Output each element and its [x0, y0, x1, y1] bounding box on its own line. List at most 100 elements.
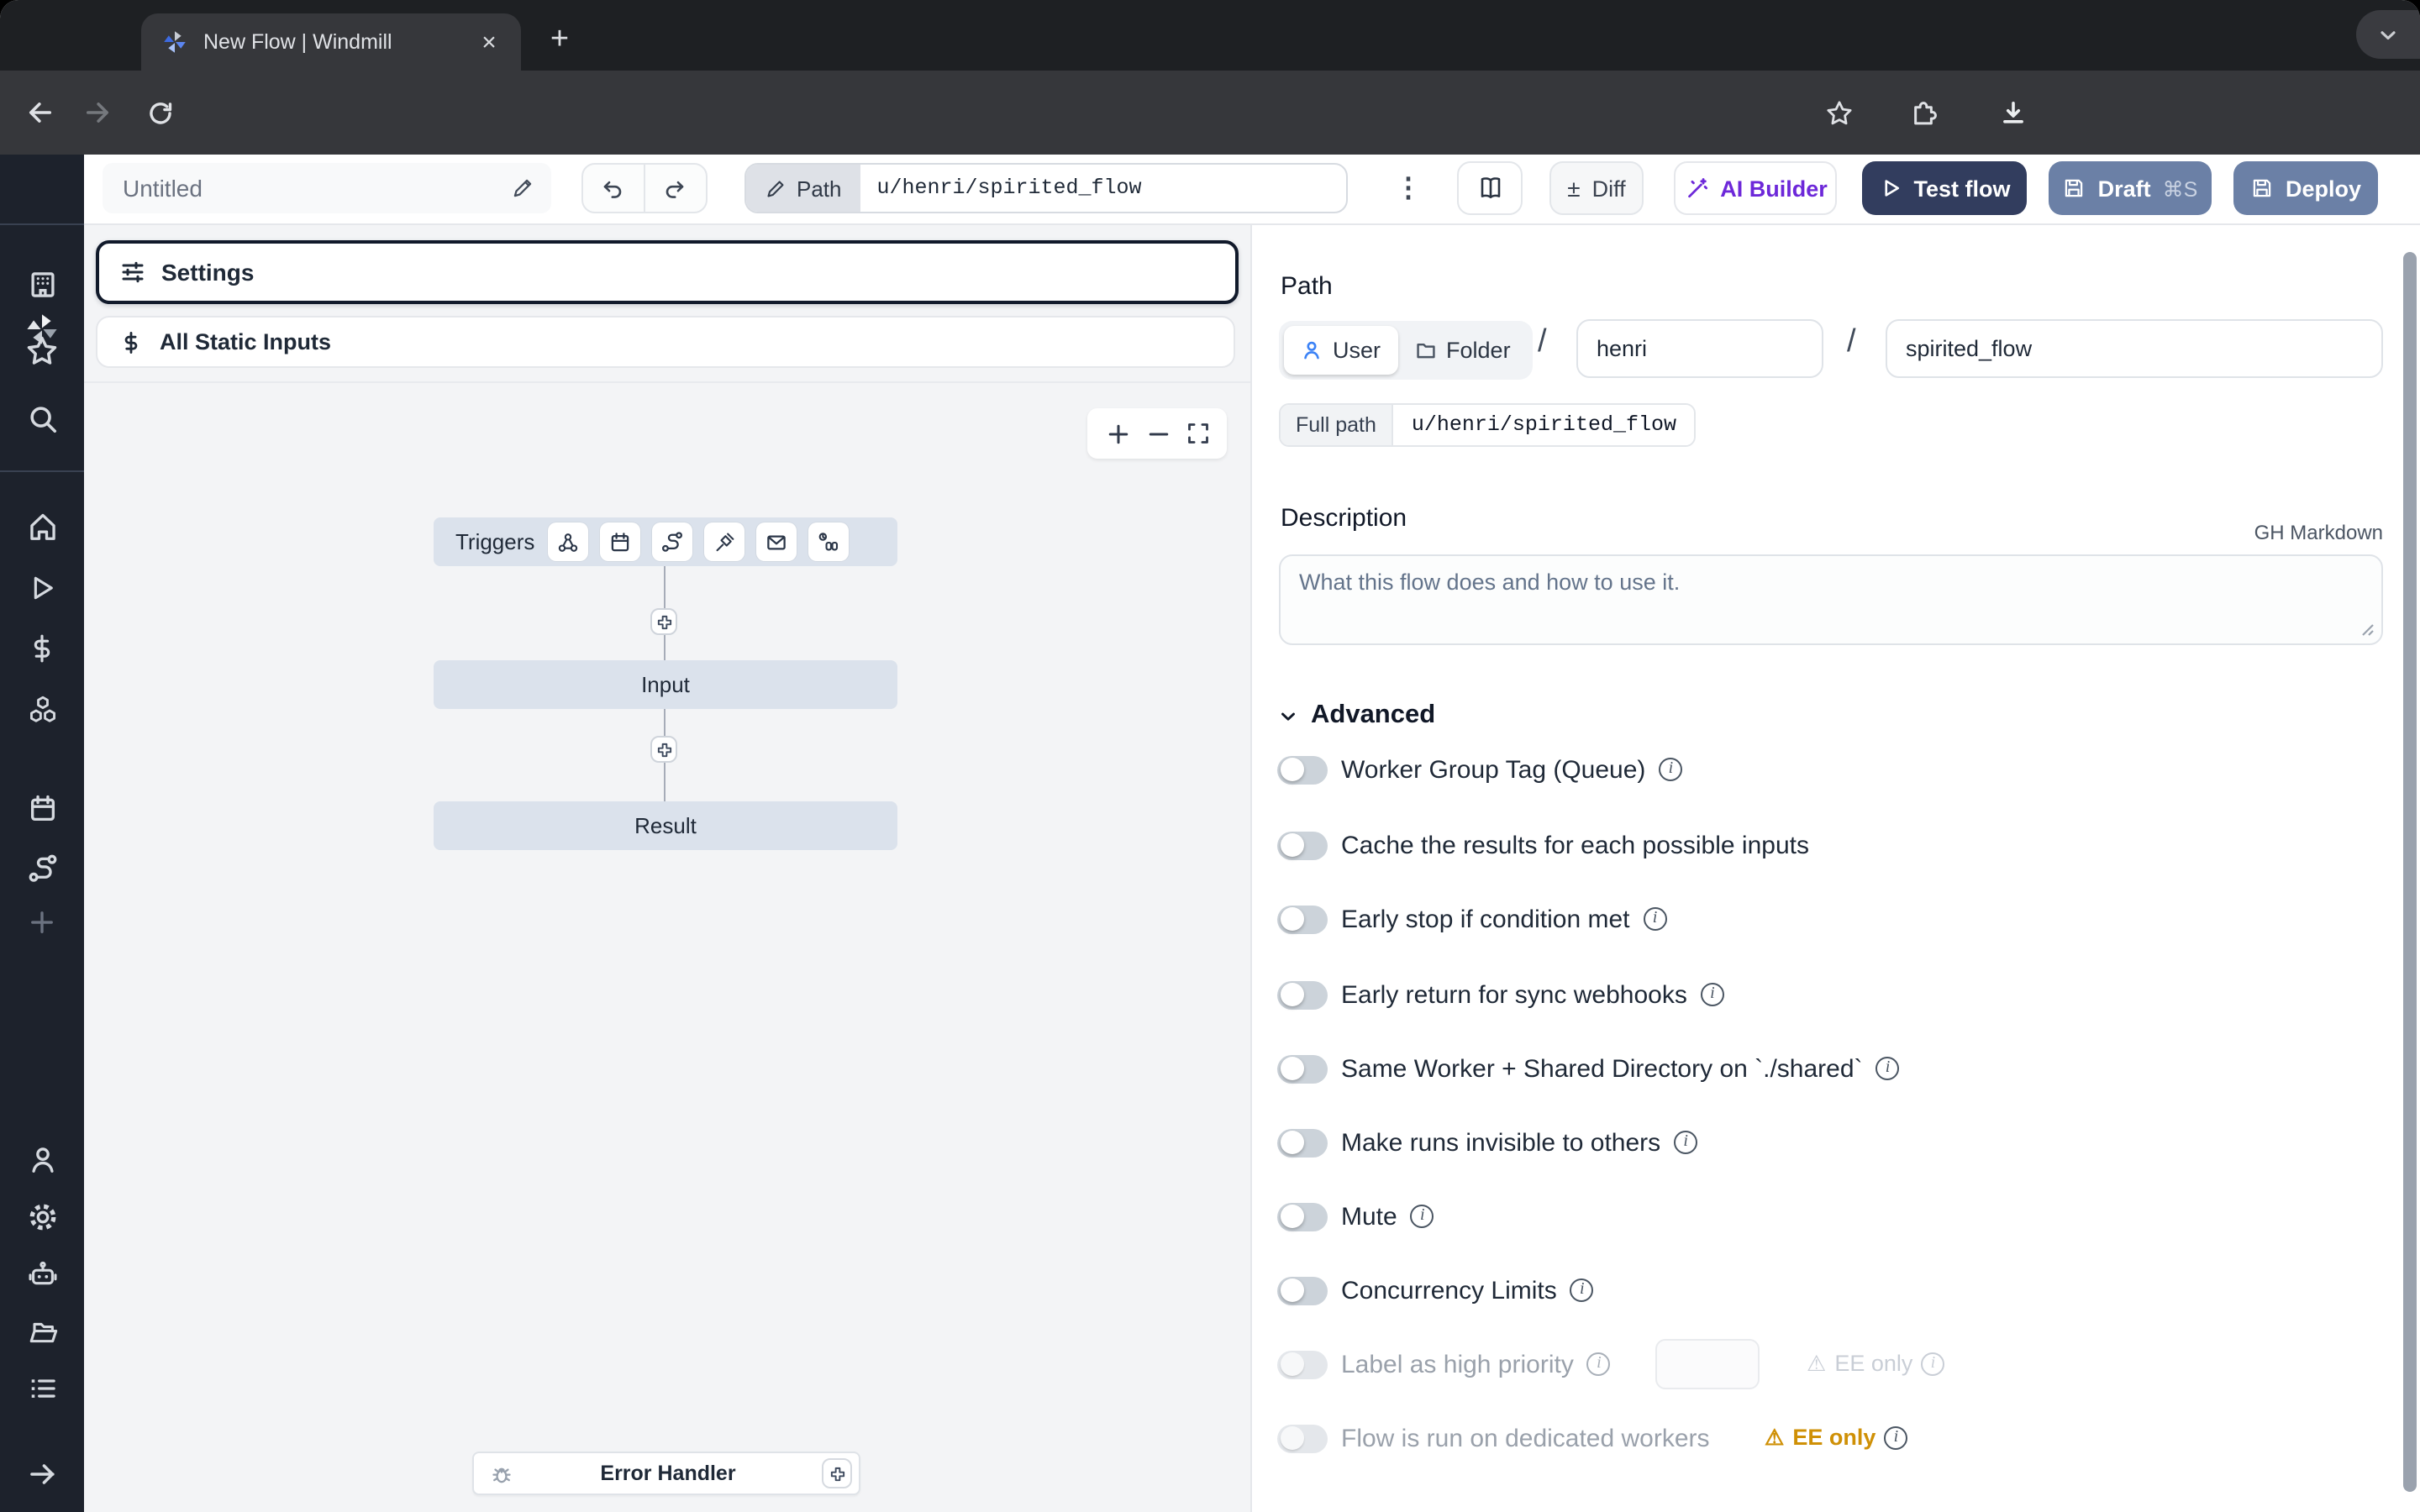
result-node-label: Result [634, 813, 697, 838]
info-icon[interactable]: i [1884, 1425, 1907, 1449]
save-icon [2063, 176, 2086, 200]
deploy-button[interactable]: Deploy [2233, 161, 2378, 215]
owner-kind-folder[interactable]: Folder [1397, 326, 1528, 375]
path-field-label: Path [746, 165, 860, 212]
docs-button[interactable] [1457, 161, 1523, 215]
info-icon[interactable]: i [1587, 1352, 1611, 1376]
sidebar-item-settings[interactable] [0, 1191, 84, 1242]
info-icon[interactable]: i [1921, 1352, 1944, 1375]
toggle-switch[interactable] [1277, 755, 1328, 784]
fit-view-icon[interactable] [1186, 422, 1209, 445]
sidebar-item-favorites[interactable] [0, 326, 84, 376]
toggle-row-same-worker: Same Worker + Shared Directory on `./sha… [1277, 1052, 1900, 1085]
toggle-switch[interactable] [1277, 1276, 1328, 1305]
redo-icon [663, 176, 688, 201]
zoom-out-icon[interactable] [1145, 421, 1171, 446]
test-flow-button[interactable]: Test flow [1862, 161, 2027, 215]
advanced-section-header[interactable]: Advanced [1277, 701, 1435, 731]
toggle-switch[interactable] [1277, 905, 1328, 933]
path-field-group[interactable]: Path u/henri/spirited_flow [744, 163, 1348, 213]
flow-edge [664, 763, 666, 801]
browser-tab[interactable]: New Flow | Windmill × [141, 13, 521, 71]
plug-icon [713, 530, 736, 554]
sidebar-item-user[interactable] [0, 1134, 84, 1184]
new-tab-button[interactable]: + [538, 18, 581, 62]
sidebar-item-runs[interactable] [0, 563, 84, 613]
toggle-switch[interactable] [1277, 1128, 1328, 1157]
path-heading: Path [1281, 272, 1333, 301]
schedule-trigger-button[interactable] [600, 522, 640, 561]
star-icon [25, 334, 59, 368]
info-icon[interactable]: i [1876, 1057, 1900, 1080]
flow-name-field[interactable]: Untitled [103, 163, 551, 213]
play-icon [1878, 176, 1902, 200]
back-icon [25, 97, 55, 128]
flow-settings-card[interactable]: Settings [96, 240, 1239, 304]
owner-kind-user[interactable]: User [1284, 326, 1397, 375]
sidebar-item-workspace[interactable] [0, 259, 84, 309]
sidebar-item-folders[interactable] [0, 1305, 84, 1356]
sidebar-item-resources[interactable] [0, 684, 84, 734]
app-sidebar [0, 155, 84, 1512]
zoom-in-icon[interactable] [1105, 421, 1130, 446]
toggle-switch[interactable] [1277, 1424, 1328, 1452]
error-handler-node[interactable]: Error Handler [472, 1452, 860, 1495]
info-icon[interactable]: i [1570, 1278, 1594, 1302]
input-node[interactable]: Input [434, 660, 897, 709]
back-button[interactable] [18, 91, 62, 134]
undo-button[interactable] [583, 165, 644, 212]
route-trigger-button[interactable] [652, 522, 692, 561]
sidebar-item-workers[interactable] [0, 1248, 84, 1299]
toggle-switch[interactable] [1277, 980, 1328, 1009]
redo-button[interactable] [644, 165, 706, 212]
static-inputs-card[interactable]: All Static Inputs [96, 316, 1235, 368]
webhook-trigger-button[interactable] [548, 522, 588, 561]
save-draft-button[interactable]: Draft ⌘S [2049, 161, 2212, 215]
poll-trigger-button[interactable] [808, 522, 849, 561]
flow-canvas[interactable]: Settings All Static Inputs Triggers [84, 225, 1250, 1512]
forward-icon [82, 97, 113, 128]
resize-grip-icon[interactable] [2358, 620, 2375, 637]
diff-button[interactable]: ± Diff [1549, 161, 1644, 215]
info-icon[interactable]: i [1644, 907, 1667, 931]
sidebar-item-search[interactable] [0, 393, 84, 444]
toggle-switch[interactable] [1277, 1202, 1328, 1231]
toggle-switch[interactable] [1277, 831, 1328, 859]
sidebar-item-add[interactable] [0, 897, 84, 948]
forward-button[interactable] [76, 91, 119, 134]
info-icon[interactable]: i [1659, 758, 1682, 781]
sidebar-item-logs[interactable] [0, 1362, 84, 1413]
ai-builder-button[interactable]: AI Builder [1674, 161, 1837, 215]
result-node[interactable]: Result [434, 801, 897, 850]
more-options-button[interactable]: ⋮ [1388, 163, 1428, 213]
path-field-value[interactable]: u/henri/spirited_flow [860, 165, 1347, 212]
description-textarea[interactable] [1279, 554, 2383, 645]
panel-scrollbar[interactable] [2403, 252, 2417, 1492]
tab-overflow-button[interactable] [2356, 10, 2420, 59]
sidebar-item-flows[interactable] [0, 843, 84, 894]
downloads-button[interactable] [1991, 91, 2035, 134]
bookmark-button[interactable] [1817, 91, 1860, 134]
chevron-down-icon [1277, 705, 1299, 727]
info-icon[interactable]: i [1411, 1205, 1434, 1228]
email-trigger-button[interactable] [756, 522, 797, 561]
triggers-node[interactable]: Triggers [434, 517, 897, 566]
tab-close-icon[interactable]: × [474, 27, 504, 57]
toggle-switch[interactable] [1277, 1054, 1328, 1083]
sidebar-item-variables[interactable] [0, 623, 84, 674]
toggle-switch[interactable] [1277, 1350, 1328, 1378]
extensions-button[interactable] [1901, 91, 1944, 134]
sidebar-expand-button[interactable] [0, 1448, 84, 1499]
add-step-button[interactable] [650, 736, 677, 763]
reload-button[interactable] [138, 91, 182, 134]
add-error-handler-button[interactable] [822, 1458, 852, 1488]
path-owner-input[interactable] [1576, 319, 1823, 378]
info-icon[interactable]: i [1674, 1131, 1697, 1154]
sidebar-item-home[interactable] [0, 501, 84, 551]
info-icon[interactable]: i [1701, 983, 1724, 1006]
sidebar-item-schedules[interactable] [0, 783, 84, 833]
websocket-trigger-button[interactable] [704, 522, 744, 561]
add-step-button[interactable] [650, 608, 677, 635]
path-name-input[interactable] [1886, 319, 2383, 378]
priority-value-input[interactable] [1655, 1339, 1760, 1389]
